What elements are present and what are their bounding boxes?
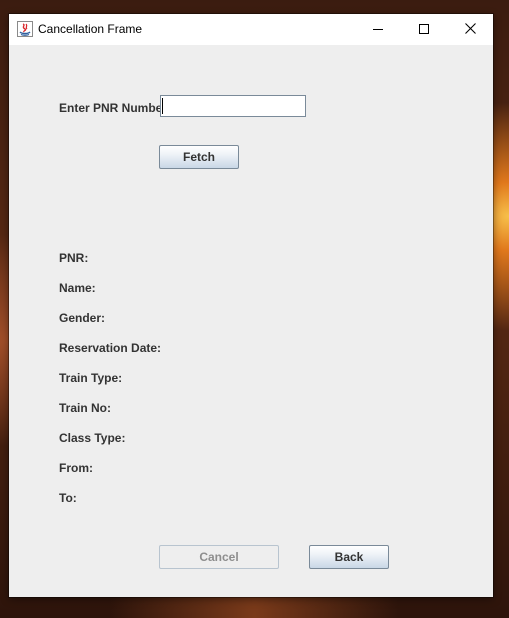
fetch-button[interactable]: Fetch xyxy=(159,145,239,169)
content-panel: Enter PNR Number Fetch PNR: Name: Gender… xyxy=(9,45,493,597)
minimize-button[interactable] xyxy=(355,14,401,45)
back-button[interactable]: Back xyxy=(309,545,389,569)
title-bar[interactable]: Cancellation Frame xyxy=(9,14,493,45)
cancel-button[interactable]: Cancel xyxy=(159,545,279,569)
name-label: Name: xyxy=(59,281,96,295)
close-button[interactable] xyxy=(447,14,493,45)
minimize-icon xyxy=(373,21,383,39)
pnr-number-input[interactable] xyxy=(160,95,306,117)
window-title: Cancellation Frame xyxy=(38,22,143,36)
pnr-detail-label: PNR: xyxy=(59,251,89,265)
cancellation-window: Cancellation Frame Enter PNR Number Fetc… xyxy=(9,14,493,597)
maximize-button[interactable] xyxy=(401,14,447,45)
java-icon xyxy=(17,21,33,37)
to-label: To: xyxy=(59,491,77,505)
pnr-number-label: Enter PNR Number xyxy=(59,101,160,115)
text-caret xyxy=(162,98,163,114)
gender-label: Gender: xyxy=(59,311,106,325)
class-type-label: Class Type: xyxy=(59,431,126,445)
train-type-label: Train Type: xyxy=(59,371,123,385)
from-label: From: xyxy=(59,461,93,475)
close-icon xyxy=(464,21,476,39)
train-no-label: Train No: xyxy=(59,401,112,415)
maximize-icon xyxy=(419,21,429,39)
reservation-date-label: Reservation Date: xyxy=(59,341,162,355)
